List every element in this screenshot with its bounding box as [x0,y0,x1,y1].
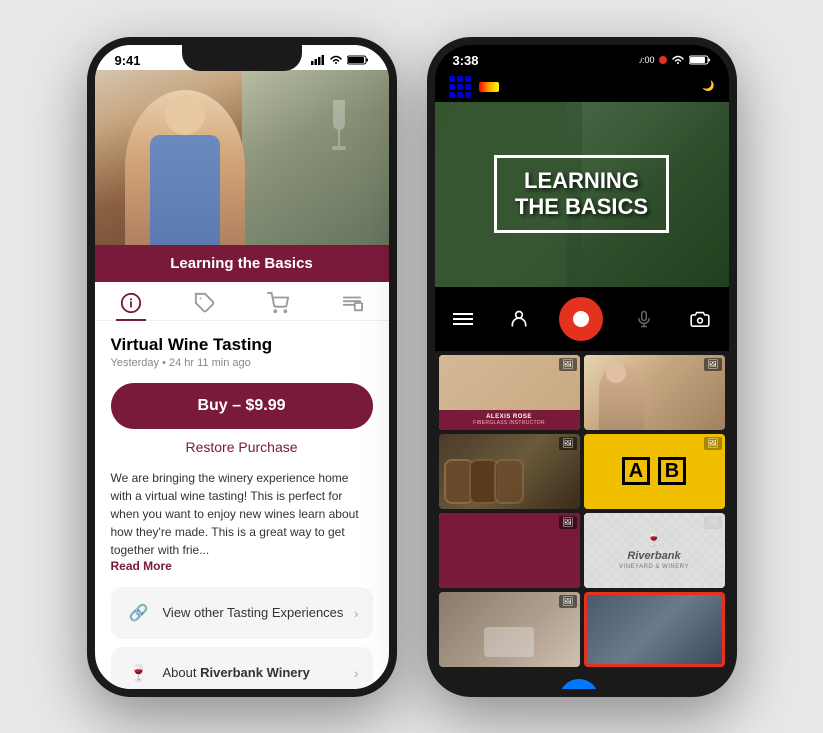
mic-icon [635,309,653,329]
buy-button[interactable]: Buy – $9.99 [111,383,373,429]
record-button[interactable] [559,297,603,341]
camera-icon [690,311,710,327]
thumb-name-card[interactable]: 🖼 ALEXIS ROSE FIBERGLASS INSTRUCTOR [439,355,580,430]
notch [182,45,302,71]
restore-link[interactable]: Restore Purchase [111,439,373,455]
rec-dot [659,56,667,64]
description-text: We are bringing the winery experience ho… [111,469,373,559]
read-more-link[interactable]: Read More [111,559,373,573]
top-right-area: 🌙 [702,81,714,92]
thumb-letters[interactable]: 🖼 A B [584,434,725,509]
time-left: 9:41 [115,53,141,68]
letter-b: B [658,457,686,485]
thumb-icon-2: 🖼 [704,358,721,371]
list-item-tasting[interactable]: 🔗 View other Tasting Experiences › [111,587,373,639]
notch-right [522,45,642,71]
tab-info[interactable] [120,292,142,314]
riverbank-sub: VINEYARD & WINERY [619,564,689,570]
link-icon: 🔗 [125,599,153,627]
hero-title-bar: Learning the Basics [95,245,389,282]
camera-ctrl[interactable] [684,303,716,335]
thumb-icon-1: 🖼 [559,358,576,371]
record-inner [573,311,589,327]
thumb-barrels[interactable]: 🖼 [439,434,580,509]
riverbank-text: Riverbank [627,550,680,562]
content-meta: Yesterday • 24 hr 11 min ago [111,357,373,369]
video-title-line1: LEARNING [515,168,648,194]
thumb-dark-maroon[interactable]: 🖼 [439,513,580,588]
list-items: 🔗 View other Tasting Experiences › 🍷 Abo… [111,587,373,697]
menu-icon [453,312,473,326]
hero-title: Learning the Basics [170,255,313,272]
signal-icon [311,55,325,65]
winery-label: About Riverbank Winery [163,665,310,680]
thumb-wine-person[interactable]: 🖼 [584,355,725,430]
time-right: 3:38 [453,53,479,68]
thumb-icon-7: 🖼 [559,595,576,608]
thumb-icon-5: 🖼 [559,516,576,529]
status-icons-left [311,55,369,65]
grid-icon [449,76,471,98]
select-button[interactable]: Select [678,691,714,697]
top-left-icons [449,76,499,98]
wine-icon: 🍷 [125,659,153,687]
tab-bar-left[interactable] [95,282,389,321]
video-title-overlay: LEARNING THE BASICS [494,155,669,234]
bottom-actions: + Select [435,671,729,697]
mic-ctrl[interactable] [628,303,660,335]
video-preview: LEARNING THE BASICS [435,102,729,287]
battery-icon-right [689,55,711,65]
person-ctrl[interactable] [503,303,535,335]
thumbnail-grid: 🖼 ALEXIS ROSE FIBERGLASS INSTRUCTOR 🖼 🖼 … [435,351,729,671]
video-controls [435,287,729,351]
tasting-label: View other Tasting Experiences [163,605,344,620]
hero-image [95,70,389,245]
letter-a: A [622,457,650,485]
chevron-winery: › [354,665,359,681]
right-phone: 3:38 0:00 🌙 [427,37,737,697]
content-area: Virtual Wine Tasting Yesterday • 24 hr 1… [95,321,389,697]
content-title: Virtual Wine Tasting [111,335,373,355]
battery-icon-left [347,55,369,65]
left-phone: 9:41 [87,37,397,697]
person-icon [509,309,529,329]
thumb-riverbank[interactable]: 🖼 🍷 Riverbank VINEYARD & WINERY [584,513,725,588]
add-button[interactable]: + [559,679,599,697]
wifi-icon-right [671,55,685,65]
clock-icon: 🌙 [702,81,714,92]
video-title-line2: THE BASICS [515,194,648,220]
tab-list[interactable] [341,292,363,314]
tab-tag[interactable] [194,292,216,314]
chevron-tasting: › [354,605,359,621]
menu-ctrl[interactable] [447,303,479,335]
thumb-dining[interactable]: 🖼 [439,592,580,667]
wifi-icon-left [329,55,343,65]
thumb-learning-selected[interactable]: LEARNING [584,592,725,667]
top-controls: 🌙 [435,72,729,102]
list-item-winery[interactable]: 🍷 About Riverbank Winery › [111,647,373,697]
status-icons-right: 0:00 [637,55,711,65]
color-swatch [479,82,499,92]
thumb-icon-3: 🖼 [559,437,576,450]
tab-cart[interactable] [267,292,289,314]
